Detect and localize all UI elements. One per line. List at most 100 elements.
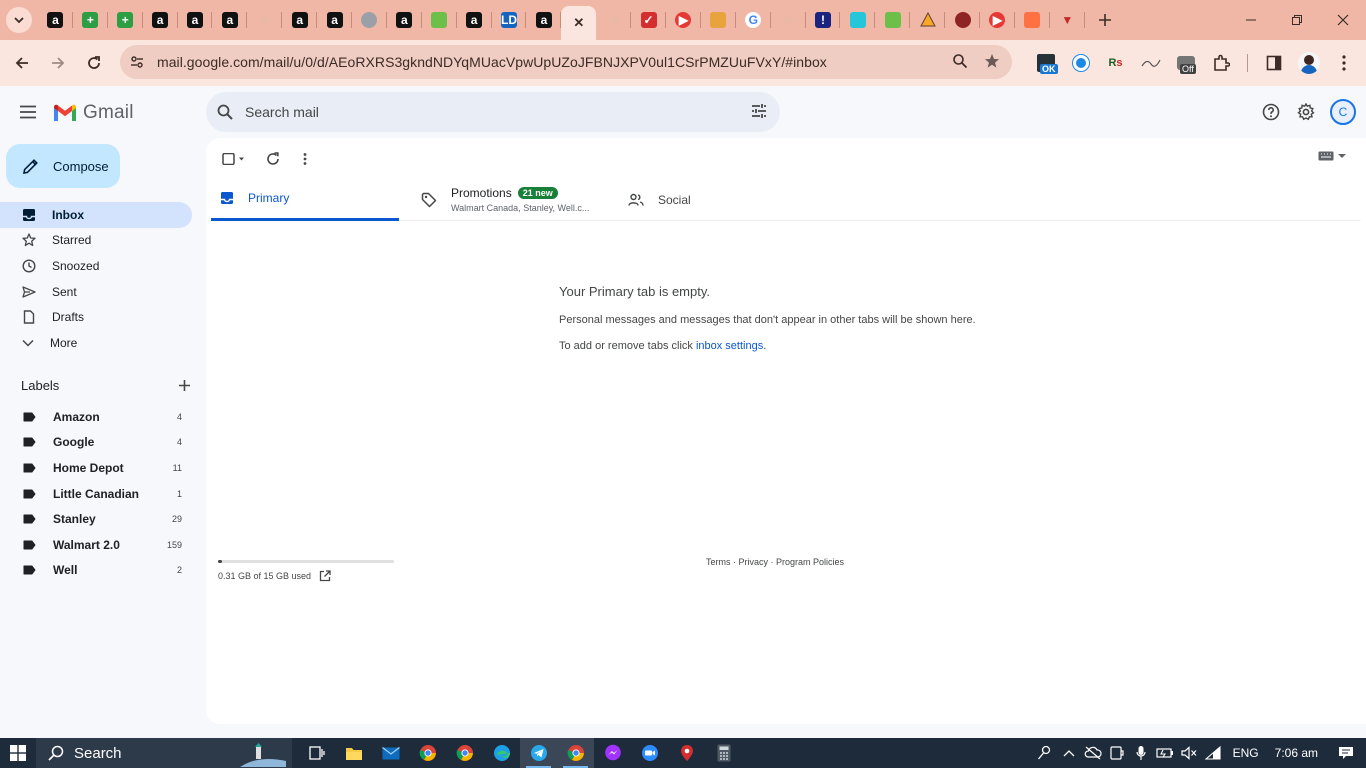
messenger-icon[interactable] (594, 738, 631, 768)
close-icon[interactable]: ✕ (571, 15, 587, 31)
browser-tab[interactable]: ★ (596, 0, 632, 40)
browser-tab[interactable] (1015, 0, 1050, 40)
label-item[interactable]: Stanley 29 (0, 506, 192, 532)
sidebar-item-drafts[interactable]: Drafts (0, 304, 192, 330)
browser-tab[interactable]: ▶ (980, 0, 1015, 40)
browser-tab[interactable] (945, 0, 980, 40)
people-search-icon[interactable] (1033, 738, 1057, 768)
address-bar[interactable]: mail.google.com/mail/u/0/d/AEoRXRS3gkndN… (120, 45, 1012, 79)
help-icon[interactable] (1254, 95, 1288, 129)
bookmark-star-icon[interactable] (984, 53, 1000, 69)
browser-tab[interactable]: ! (806, 0, 841, 40)
tab-promotions[interactable]: Promotions 21 new Walmart Canada, Stanle… (421, 178, 621, 221)
main-menu-icon[interactable] (14, 98, 42, 126)
label-item[interactable]: Little Canadian 1 (0, 481, 192, 507)
input-tools-keyboard-icon[interactable] (1318, 151, 1346, 161)
select-all-checkbox[interactable] (218, 148, 248, 170)
browser-tab[interactable]: a (282, 0, 318, 40)
label-item[interactable]: Amazon 4 (0, 404, 192, 430)
minimize-button[interactable] (1228, 0, 1274, 40)
browser-tab[interactable]: a (317, 0, 352, 40)
search-options-icon[interactable] (750, 102, 768, 120)
reload-button[interactable] (77, 46, 111, 80)
compose-button[interactable]: Compose (6, 144, 120, 188)
file-explorer-icon[interactable] (335, 738, 372, 768)
tab-search-button[interactable] (6, 7, 32, 33)
volume-muted-icon[interactable] (1177, 738, 1201, 768)
chrome-active-icon[interactable] (557, 738, 594, 768)
meet-now-icon[interactable] (1105, 738, 1129, 768)
wifi-icon[interactable] (1201, 738, 1225, 768)
back-button[interactable] (5, 46, 39, 80)
browser-tab[interactable]: ★ (247, 0, 283, 40)
close-window-button[interactable] (1320, 0, 1366, 40)
edge-icon[interactable] (483, 738, 520, 768)
browser-tab[interactable]: ★ (771, 0, 806, 40)
browser-tab[interactable]: ✓ (631, 0, 666, 40)
label-item[interactable]: Well 2 (0, 558, 192, 584)
battery-icon[interactable] (1153, 738, 1177, 768)
profile-avatar[interactable] (1291, 46, 1326, 80)
url-text[interactable]: mail.google.com/mail/u/0/d/AEoRXRS3gkndN… (157, 54, 827, 70)
browser-tab[interactable]: G (736, 0, 771, 40)
browser-tab[interactable]: a (143, 0, 178, 40)
taskbar-search-box[interactable]: Search (36, 738, 292, 768)
off-extension-icon[interactable]: Off (1168, 46, 1203, 80)
sidebar-item-sent[interactable]: Sent (0, 279, 192, 305)
language-indicator[interactable]: ENG (1233, 746, 1259, 760)
sidebar-item-inbox[interactable]: Inbox (0, 202, 192, 228)
show-hidden-icons-chevron[interactable] (1057, 738, 1081, 768)
calculator-icon[interactable] (705, 738, 742, 768)
label-item[interactable]: Home Depot 11 (0, 455, 192, 481)
rs-extension-icon[interactable]: Rs (1098, 46, 1133, 80)
search-icon[interactable] (216, 103, 234, 121)
sidebar-item-starred[interactable]: Starred (0, 228, 192, 254)
zoom-app-icon[interactable] (631, 738, 668, 768)
ok-extension-icon[interactable]: OK (1028, 46, 1063, 80)
new-tab-button[interactable] (1091, 6, 1119, 34)
chrome-alt-icon[interactable] (446, 738, 483, 768)
browser-tab[interactable]: + (108, 0, 143, 40)
mail-app-icon[interactable] (372, 738, 409, 768)
create-label-plus-icon[interactable] (178, 379, 191, 392)
terms-link[interactable]: Terms (706, 557, 731, 567)
browser-tab[interactable]: a (457, 0, 492, 40)
browser-tab[interactable] (352, 0, 387, 40)
tab-primary[interactable]: Primary (211, 178, 399, 221)
browser-tab[interactable]: LD (492, 0, 527, 40)
chrome-menu-icon[interactable] (1326, 46, 1361, 80)
browser-tab[interactable]: a (38, 0, 73, 40)
browser-tab[interactable]: ▶ (666, 0, 701, 40)
chess-extension-icon[interactable] (1063, 46, 1098, 80)
sidebar-item-snoozed[interactable]: Snoozed (0, 253, 192, 279)
browser-tab[interactable] (701, 0, 736, 40)
restore-button[interactable] (1274, 0, 1320, 40)
browser-tab[interactable]: a (526, 0, 562, 40)
gmail-logo[interactable]: Gmail (52, 102, 134, 124)
browser-tab[interactable] (840, 0, 876, 40)
notifications-icon[interactable] (1326, 738, 1366, 768)
browser-tab[interactable]: ▼ (1050, 0, 1085, 40)
extensions-puzzle-icon[interactable] (1203, 46, 1238, 80)
clock-time[interactable]: 7:06 am (1275, 746, 1318, 760)
onedrive-offline-icon[interactable] (1081, 738, 1105, 768)
browser-tab[interactable]: a (178, 0, 213, 40)
browser-tab[interactable] (875, 0, 911, 40)
telegram-icon[interactable] (520, 738, 557, 768)
search-input[interactable] (245, 104, 705, 120)
label-item[interactable]: Google 4 (0, 430, 192, 456)
label-item[interactable]: Walmart 2.0 159 (0, 532, 192, 558)
more-options-icon[interactable] (290, 148, 320, 170)
task-view-icon[interactable] (298, 738, 335, 768)
browser-tab[interactable]: a (212, 0, 248, 40)
sidebar-item-more[interactable]: More (0, 330, 192, 356)
zoom-icon[interactable] (952, 53, 968, 69)
open-external-icon[interactable] (319, 570, 331, 582)
forward-button[interactable] (41, 46, 75, 80)
pin-app-icon[interactable] (668, 738, 705, 768)
inbox-settings-link[interactable]: inbox settings (696, 340, 763, 352)
tab-social[interactable]: Social (628, 178, 778, 221)
site-info-icon[interactable] (124, 49, 150, 75)
microphone-icon[interactable] (1129, 738, 1153, 768)
settings-gear-icon[interactable] (1289, 95, 1323, 129)
